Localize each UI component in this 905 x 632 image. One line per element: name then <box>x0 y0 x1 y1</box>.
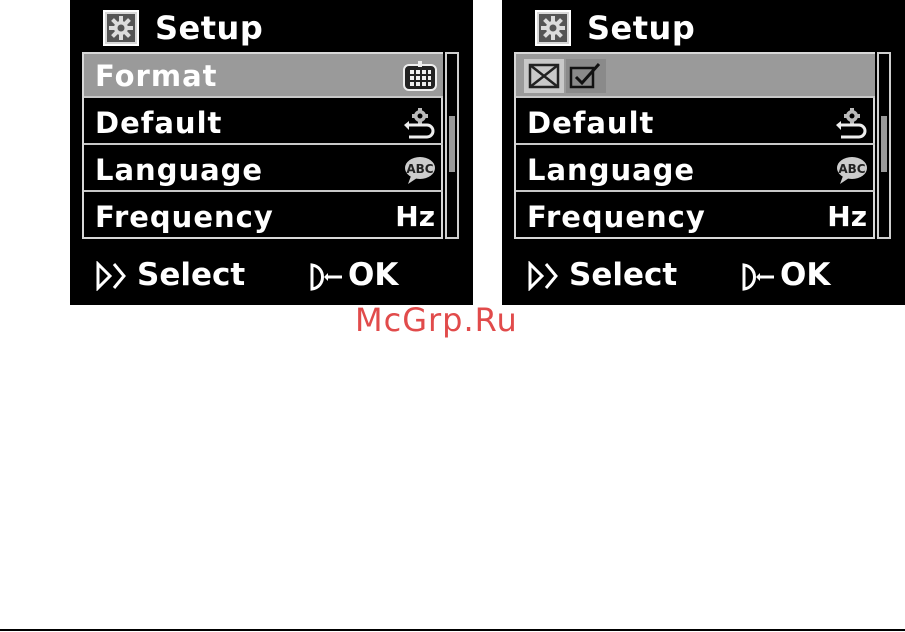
confirm-no-yes-icons <box>524 59 608 93</box>
menu-item-language[interactable]: Language ABC <box>516 148 875 192</box>
default-reset-icon <box>836 108 867 139</box>
setup-menu: Format Default Language ABC Frequency Hz <box>82 52 443 239</box>
menu-item-format[interactable]: Format <box>84 54 443 98</box>
menu-item-label: Format <box>95 59 218 93</box>
ok-arrow-icon <box>310 263 342 291</box>
select-arrows-icon <box>528 261 558 291</box>
menu-item-label: Frequency <box>527 200 706 234</box>
menu-item-frequency[interactable]: Frequency Hz <box>516 195 875 239</box>
default-reset-icon <box>404 108 435 139</box>
screen-title: Setup <box>587 9 696 47</box>
setup-screen-format-confirm: Setup Default Language ABC Frequency Hz … <box>502 0 905 305</box>
setup-menu: Default Language ABC Frequency Hz <box>514 52 875 239</box>
select-hint-label: Select <box>569 257 678 293</box>
screen-header: Setup <box>103 8 263 48</box>
cancel-x-icon <box>528 63 560 89</box>
ok-arrow-icon <box>742 263 774 291</box>
scrollbar[interactable] <box>877 52 891 239</box>
confirm-check-icon <box>569 62 601 89</box>
watermark: McGrp.Ru <box>355 301 518 339</box>
format-grid-icon <box>403 61 437 91</box>
screen-header: Setup <box>535 8 695 48</box>
select-arrows-icon <box>96 261 126 291</box>
button-hints: Select OK <box>527 255 867 295</box>
hz-icon: Hz <box>395 200 435 233</box>
screen-title: Setup <box>155 9 264 47</box>
menu-item-default[interactable]: Default <box>516 101 875 145</box>
gear-icon <box>103 10 139 46</box>
menu-item-frequency[interactable]: Frequency Hz <box>84 195 443 239</box>
menu-item-label: Frequency <box>95 200 274 234</box>
ok-hint-label: OK <box>780 257 831 293</box>
menu-item-label: Language <box>527 153 696 187</box>
abc-bubble-icon: ABC <box>405 157 435 184</box>
menu-item-language[interactable]: Language ABC <box>84 148 443 192</box>
cancel-option[interactable] <box>524 59 564 93</box>
abc-bubble-icon: ABC <box>837 157 867 184</box>
menu-item-label: Language <box>95 153 264 187</box>
scrollbar[interactable] <box>445 52 459 239</box>
menu-item-format-confirm[interactable] <box>516 54 875 98</box>
ok-hint-label: OK <box>348 257 399 293</box>
page-divider <box>0 629 905 631</box>
confirm-option[interactable] <box>566 59 606 93</box>
button-hints: Select OK <box>95 255 435 295</box>
setup-screen-format: Setup Format Default Language ABC Freque… <box>70 0 473 305</box>
svg-text:ABC: ABC <box>838 162 865 176</box>
scrollbar-thumb[interactable] <box>881 116 887 172</box>
svg-text:ABC: ABC <box>406 162 433 176</box>
menu-item-default[interactable]: Default <box>84 101 443 145</box>
menu-item-label: Default <box>527 106 655 140</box>
scrollbar-thumb[interactable] <box>449 116 455 172</box>
menu-item-label: Default <box>95 106 223 140</box>
gear-icon <box>535 10 571 46</box>
hz-icon: Hz <box>827 200 867 233</box>
select-hint-label: Select <box>137 257 246 293</box>
